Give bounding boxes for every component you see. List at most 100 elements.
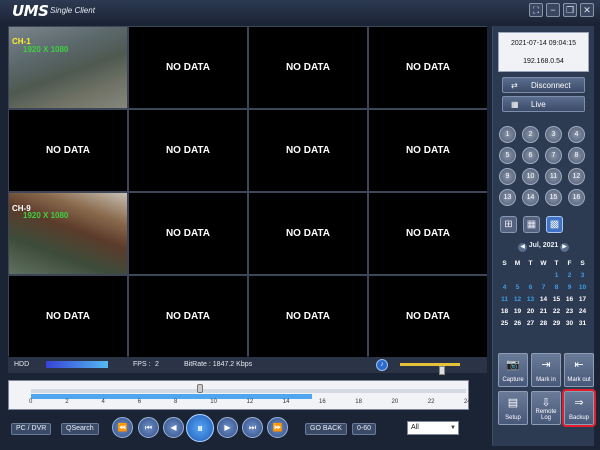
calendar-day[interactable]: 9 xyxy=(563,282,576,294)
video-cell[interactable]: NO DATA xyxy=(369,110,487,191)
channel-button-14[interactable]: 14 xyxy=(522,189,539,206)
restore-button[interactable]: ❐ xyxy=(563,3,577,17)
calendar-day[interactable]: 19 xyxy=(511,306,524,318)
channel-button-9[interactable]: 9 xyxy=(499,168,516,185)
calendar-day[interactable]: 25 xyxy=(498,318,511,330)
channel-button-16[interactable]: 16 xyxy=(568,189,585,206)
disconnect-button[interactable]: ⇄ Disconnect xyxy=(502,77,585,93)
channel-button-4[interactable]: 4 xyxy=(568,126,585,143)
chevron-down-icon: ▼ xyxy=(450,425,456,431)
mark-in-button[interactable]: ⇥ Mark in xyxy=(531,353,561,387)
calendar-day[interactable]: 3 xyxy=(576,270,589,282)
next-month-button[interactable]: ▶ xyxy=(560,243,569,252)
calendar-day[interactable]: 7 xyxy=(537,282,550,294)
channel-button-15[interactable]: 15 xyxy=(545,189,562,206)
channel-button-2[interactable]: 2 xyxy=(522,126,539,143)
channel-button-11[interactable]: 11 xyxy=(545,168,562,185)
qsearch-button[interactable]: QSearch xyxy=(61,423,99,435)
calendar-day[interactable]: 12 xyxy=(511,294,524,306)
next-frame-button[interactable]: ⏭ xyxy=(242,417,263,438)
channel-button-6[interactable]: 6 xyxy=(522,147,539,164)
timeline-cursor[interactable] xyxy=(196,384,203,393)
video-cell[interactable]: NO DATA xyxy=(129,110,247,191)
calendar-day[interactable]: 11 xyxy=(498,294,511,306)
calendar-day[interactable]: 4 xyxy=(498,282,511,294)
channel-button-3[interactable]: 3 xyxy=(545,126,562,143)
calendar-day[interactable]: 26 xyxy=(511,318,524,330)
video-cell[interactable]: CH-1 1920 X 1080 xyxy=(9,27,127,108)
channel-button-12[interactable]: 12 xyxy=(568,168,585,185)
video-cell[interactable]: NO DATA xyxy=(369,193,487,274)
video-cell[interactable]: NO DATA xyxy=(249,27,367,108)
calendar-day[interactable]: 17 xyxy=(576,294,589,306)
setup-button[interactable]: ▤ Setup xyxy=(498,391,528,425)
calendar-day[interactable]: 14 xyxy=(537,294,550,306)
layout-4x4-icon[interactable]: ▩ xyxy=(546,216,563,233)
remote-log-button[interactable]: ⇩ Remote Log xyxy=(531,391,561,425)
play-button[interactable]: ▶ xyxy=(217,417,238,438)
calendar-day[interactable]: 15 xyxy=(550,294,563,306)
go-back-button[interactable]: GO BACK xyxy=(305,423,347,435)
calendar-day[interactable]: 5 xyxy=(511,282,524,294)
calendar-day[interactable]: 30 xyxy=(563,318,576,330)
previous-frame-button[interactable]: ⏮ xyxy=(138,417,159,438)
go-back-range-button[interactable]: 0-60 xyxy=(352,423,377,435)
video-cell[interactable]: NO DATA xyxy=(369,276,487,357)
volume-slider[interactable] xyxy=(400,363,460,375)
volume-thumb[interactable] xyxy=(439,366,445,375)
backup-button[interactable]: ⇒ Backup xyxy=(562,389,596,427)
video-cell[interactable]: NO DATA xyxy=(249,276,367,357)
video-cell[interactable]: NO DATA xyxy=(9,110,127,191)
fullscreen-button[interactable]: ⛶ xyxy=(529,3,543,17)
calendar-day[interactable]: 6 xyxy=(524,282,537,294)
reverse-play-button[interactable]: ◀ xyxy=(163,417,184,438)
mark-out-button[interactable]: ⇤ Mark out xyxy=(564,353,594,387)
calendar-day[interactable]: 28 xyxy=(537,318,550,330)
calendar-day[interactable]: 31 xyxy=(576,318,589,330)
video-cell[interactable]: CH-9 1920 X 1080 xyxy=(9,193,127,274)
live-button[interactable]: ▦ Live xyxy=(502,96,585,112)
timeline-track[interactable] xyxy=(31,389,466,393)
channel-button-8[interactable]: 8 xyxy=(568,147,585,164)
calendar-day[interactable]: 20 xyxy=(524,306,537,318)
channel-button-13[interactable]: 13 xyxy=(499,189,516,206)
video-cell[interactable]: NO DATA xyxy=(249,110,367,191)
calendar-day[interactable]: 18 xyxy=(498,306,511,318)
channel-button-10[interactable]: 10 xyxy=(522,168,539,185)
calendar-day[interactable]: 1 xyxy=(550,270,563,282)
timeline[interactable]: 0 2 4 6 8 10 12 14 16 18 20 22 24 xyxy=(8,380,471,410)
video-cell[interactable]: NO DATA xyxy=(249,193,367,274)
fast-rewind-button[interactable]: ⏪ xyxy=(112,417,133,438)
calendar-day[interactable]: 21 xyxy=(537,306,550,318)
video-cell[interactable]: NO DATA xyxy=(129,193,247,274)
video-cell[interactable]: NO DATA xyxy=(9,276,127,357)
calendar-day[interactable]: 8 xyxy=(550,282,563,294)
channel-button-5[interactable]: 5 xyxy=(499,147,516,164)
pc-dvr-button[interactable]: PC / DVR xyxy=(11,423,52,435)
calendar-day[interactable]: 29 xyxy=(550,318,563,330)
calendar-day[interactable]: 22 xyxy=(550,306,563,318)
close-button[interactable]: ✕ xyxy=(580,3,594,17)
layout-3x3-icon[interactable]: ▦ xyxy=(523,216,540,233)
filter-select[interactable]: All ▼ xyxy=(407,421,459,435)
calendar-day[interactable]: 27 xyxy=(524,318,537,330)
calendar-day[interactable]: 24 xyxy=(576,306,589,318)
minimize-button[interactable]: − xyxy=(546,3,560,17)
video-cell[interactable]: NO DATA xyxy=(129,27,247,108)
prev-month-button[interactable]: ◀ xyxy=(518,243,527,252)
calendar-day[interactable]: 23 xyxy=(563,306,576,318)
pause-button[interactable]: ⏸ xyxy=(186,414,214,442)
calendar-day[interactable]: 2 xyxy=(563,270,576,282)
timeline-tick: 22 xyxy=(427,399,435,405)
fast-forward-button[interactable]: ⏩ xyxy=(267,417,288,438)
calendar-day[interactable]: 13 xyxy=(524,294,537,306)
channel-button-7[interactable]: 7 xyxy=(545,147,562,164)
capture-button[interactable]: 📷 Capture xyxy=(498,353,528,387)
layout-2x2-icon[interactable]: ⊞ xyxy=(500,216,517,233)
video-cell[interactable]: NO DATA xyxy=(369,27,487,108)
video-cell[interactable]: NO DATA xyxy=(129,276,247,357)
channel-button-1[interactable]: 1 xyxy=(499,126,516,143)
calendar-day[interactable]: 16 xyxy=(563,294,576,306)
calendar-day[interactable]: 10 xyxy=(576,282,589,294)
volume-icon[interactable]: ♪ xyxy=(376,359,388,371)
